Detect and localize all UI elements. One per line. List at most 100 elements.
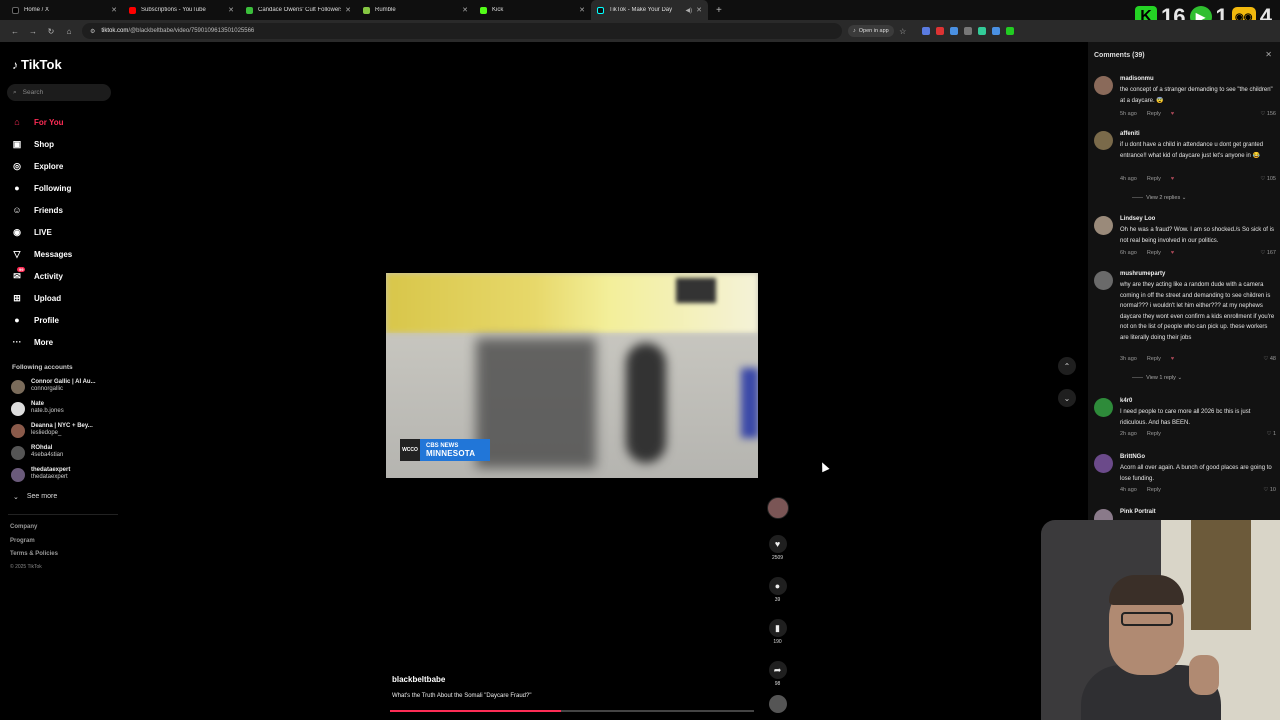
extension-icon[interactable] [963,27,972,35]
nav-item-live[interactable]: ◉ LIVE [10,221,72,243]
tab-close-icon[interactable]: ✕ [111,6,117,14]
reply-button[interactable]: Reply [1147,250,1161,256]
reply-button[interactable]: Reply [1147,111,1161,117]
nav-item-friends[interactable]: ☺ Friends [10,199,72,221]
like-button[interactable]: ♥ 2509 [768,535,787,561]
avatar[interactable] [1094,398,1113,417]
comment-user[interactable]: Lindsey Loo [1120,216,1155,222]
browser-tab[interactable]: Candace Owens' Cult Followers ✕ [240,0,357,20]
close-icon[interactable]: ✕ [1265,50,1272,59]
view-replies-button[interactable]: —— View 1 reply ⌄ [1132,375,1182,381]
reply-button[interactable]: Reply [1147,356,1161,362]
next-video-button[interactable]: ⌄ [1058,389,1076,407]
network-bug: CBS NEWS MINNESOTA [420,439,490,461]
nav-item-profile[interactable]: ● Profile [10,309,72,331]
nav-item-for-you[interactable]: ⌂ For You [10,111,72,133]
view-replies-button[interactable]: —— View 2 replies ⌄ [1132,195,1186,201]
reload-icon[interactable]: ↻ [42,27,60,36]
forward-icon[interactable]: → [24,27,42,36]
following-account[interactable]: ROhdal 4seba4stian [11,445,63,460]
webcam-overlay [1041,520,1280,720]
comment-user[interactable]: BrittNGo [1120,454,1145,460]
following-account[interactable]: Deanna | NYC + Bey... lesliedope_ [11,423,93,438]
avatar[interactable] [1094,131,1113,150]
following-account[interactable]: Connor Gallic | AI Au... connorgallic [11,379,96,394]
nav-item-messages[interactable]: ▽ Messages [10,243,73,265]
avatar[interactable] [1094,454,1113,473]
following-account[interactable]: Nate nate.b.jones [11,401,64,416]
tab-close-icon[interactable]: ✕ [345,6,351,14]
bookmark-star-icon[interactable]: ☆ [894,27,912,36]
following-account[interactable]: thedataexpert thedataexpert [11,467,70,482]
comment-user[interactable]: k4r0 [1120,398,1132,404]
footer-link-terms[interactable]: Terms & Policies [10,551,58,557]
comment-user[interactable]: mushrumeparty [1120,271,1165,277]
previous-video-button[interactable]: ⌃ [1058,357,1076,375]
video-action-bar: ♥ 2509 ● 39 ▮ 190 ➦ 98 [765,497,790,713]
nav-item-shop[interactable]: ▣ Shop [10,133,72,155]
browser-tab[interactable]: Home / X ✕ [6,0,123,20]
share-button[interactable]: ➦ 98 [768,661,787,687]
comment-user[interactable]: Pink Portrait [1120,509,1156,515]
open-in-app-button[interactable]: ♪ Open in app [848,25,894,37]
extension-icon[interactable] [991,27,1000,35]
tab-close-icon[interactable]: ✕ [462,6,468,14]
comment-user[interactable]: affeniti [1120,131,1140,137]
speaker-icon[interactable]: ◀) [686,7,693,14]
browser-tab[interactable]: Rumble ✕ [357,0,474,20]
extension-icon[interactable] [977,27,986,35]
extension-icon[interactable] [935,27,944,35]
nav-item-upload[interactable]: ⊞ Upload [10,287,72,309]
tiktok-logo[interactable]: ♪ TikTok [12,57,62,72]
footer-link-company[interactable]: Company [10,524,37,530]
comment-like-button[interactable]: ♡ 156 [1260,111,1276,117]
comment-like-button[interactable]: ♡ 48 [1263,356,1276,362]
avatar[interactable] [1094,216,1113,235]
extension-icon[interactable] [1005,27,1014,35]
tab-close-icon[interactable]: ✕ [579,6,585,14]
comment-user[interactable]: madisonmu [1120,76,1154,82]
url-field[interactable]: ⚙ tiktok.com/@blackbeltbabe/video/759010… [82,23,842,39]
new-tab-icon[interactable]: + [716,5,722,16]
nav-item-more[interactable]: ··· More [10,331,72,353]
comment-like-button[interactable]: ♡ 10 [1263,487,1276,493]
video-player[interactable]: WCCO CBS NEWS MINNESOTA [386,273,758,478]
tiktok-favicon-icon [597,6,604,14]
nav-item-explore[interactable]: ◎ Explore [10,155,72,177]
creator-avatar[interactable] [766,497,789,519]
avatar[interactable] [1094,271,1113,290]
footer-link-program[interactable]: Program [10,538,35,544]
nav-item-activity[interactable]: ✉ 99 Activity [10,265,72,287]
nav-item-following[interactable]: ● Following [10,177,72,199]
site-info-icon[interactable]: ⚙ [90,28,95,35]
url-site: tiktok.com [101,28,129,34]
tab-close-icon[interactable]: ✕ [696,6,702,14]
webcam-hand [1189,655,1219,695]
search-icon: ⌕ [13,88,17,96]
browser-tab-active[interactable]: TikTok - Make Your Day ◀) ✕ [591,0,708,20]
extension-icon[interactable] [921,27,930,35]
avatar[interactable] [1094,509,1113,520]
reply-button[interactable]: Reply [1147,487,1161,493]
comment-like-button[interactable]: ♡ 105 [1260,176,1276,182]
reply-button[interactable]: Reply [1147,431,1161,437]
reply-button[interactable]: Reply [1147,176,1161,182]
search-input[interactable]: ⌕ Search [7,84,111,101]
see-more-link[interactable]: ⌄ See more [13,493,57,501]
save-button[interactable]: ▮ 190 [768,619,787,645]
browser-tab[interactable]: Subscriptions - YouTube ✕ [123,0,240,20]
video-progress-bar[interactable] [390,710,754,712]
comment-like-button[interactable]: ♡ 1 [1266,431,1276,437]
extension-icon[interactable] [949,27,958,35]
avatar [11,446,25,460]
comment-button[interactable]: ● 39 [768,577,787,603]
comment-like-count: 48 [1269,356,1276,362]
sound-avatar[interactable] [768,695,787,713]
browser-tab[interactable]: Kick ✕ [474,0,591,20]
home-icon[interactable]: ⌂ [60,27,78,36]
tab-close-icon[interactable]: ✕ [228,6,234,14]
comment-like-button[interactable]: ♡ 167 [1260,250,1276,256]
back-icon[interactable]: ← [6,27,24,36]
creator-username[interactable]: blackbeltbabe [392,675,531,684]
avatar[interactable] [1094,76,1113,95]
